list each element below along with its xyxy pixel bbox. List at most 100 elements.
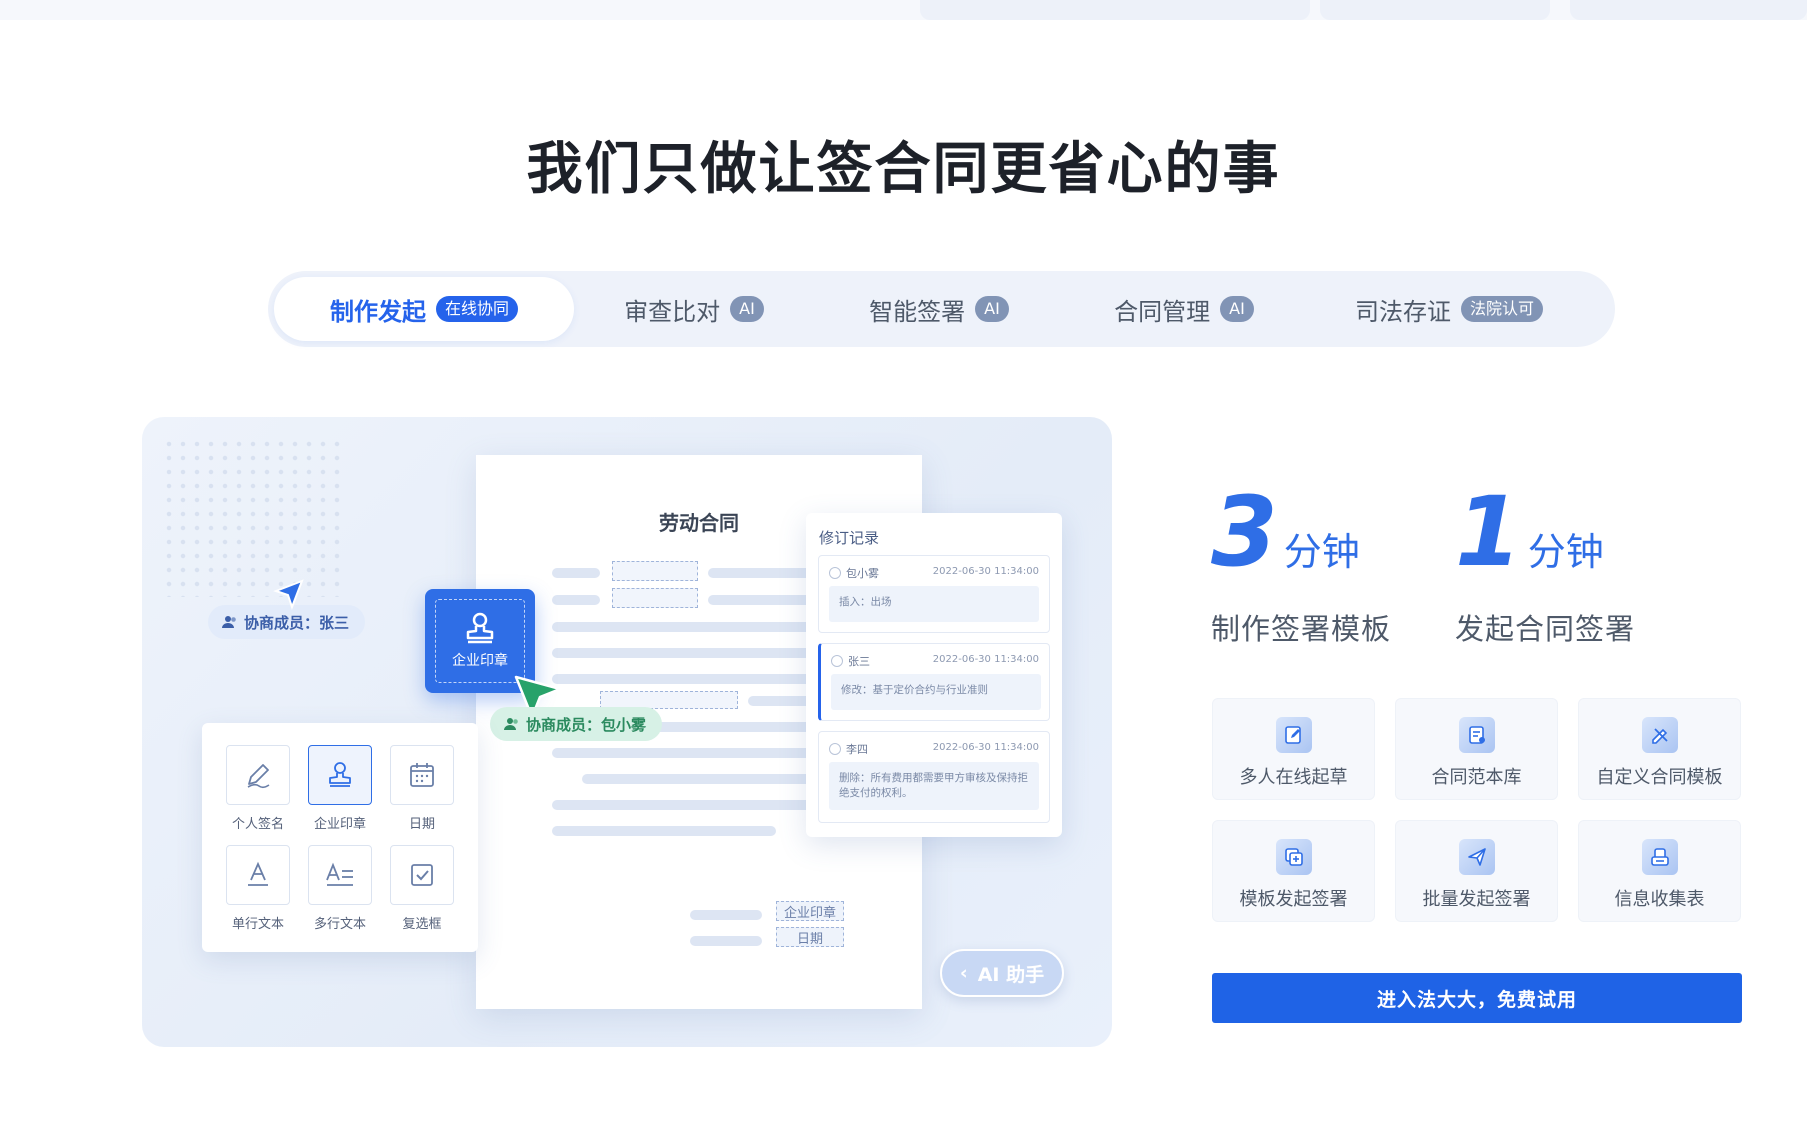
revision-record: 李四 2022-06-30 11:34:00 删除：所有费用都需要甲方审核及保持… (818, 731, 1050, 823)
text-line (552, 826, 776, 836)
tab-label: 合同管理 (1114, 297, 1211, 326)
tab-label: 智能签署 (869, 297, 966, 326)
tab-label: 司法存证 (1354, 297, 1451, 326)
tool-label: 单行文本 (231, 917, 284, 932)
tool-icon-box (308, 845, 372, 905)
revision-time: 2022-06-30 11:34:00 (932, 654, 1039, 665)
text-line (690, 910, 762, 920)
text-line (552, 648, 818, 658)
product-illustration: 劳动合同 企业印章 日期 修订记录 包小雾 2022-06-30 11:34:0… (142, 417, 1112, 1047)
template-send-icon (1275, 839, 1312, 875)
tab-contract-management[interactable]: 合同管理 AI (1064, 277, 1304, 341)
feature-info-collection[interactable]: 信息收集表 (1578, 820, 1741, 922)
tool-enterprise-seal[interactable]: 企业印章 (308, 745, 372, 832)
top-nav-strip (0, 0, 1807, 20)
user-avatar-icon (829, 743, 841, 755)
tab-judicial-evidence[interactable]: 司法存证 法院认可 (1304, 277, 1594, 341)
text-line (552, 800, 818, 810)
tool-personal-signature[interactable]: 个人签名 (226, 745, 290, 832)
stat-template-time: 3 分钟 制作签署模板 (1211, 478, 1471, 648)
collaborator-name: 协商成员：包小雾 (526, 715, 647, 734)
feature-label: 自定义合同模板 (1596, 767, 1723, 788)
users-icon (222, 616, 236, 628)
signature-toolbox: 个人签名 企业印章 日期 单行文本 多行文本 复选框 (202, 723, 478, 952)
field-placeholder (612, 588, 698, 608)
collaborator-badge-baoxiaowu: 协商成员：包小雾 (490, 707, 663, 741)
cursor-arrow-blue-icon (273, 579, 304, 610)
user-avatar-icon (829, 567, 841, 579)
tab-badge: 在线协同 (435, 296, 518, 322)
stat-unit: 分钟 (1527, 530, 1604, 574)
tool-label: 日期 (408, 817, 435, 832)
custom-template-icon (1641, 717, 1678, 753)
tool-label: 多行文本 (313, 917, 366, 932)
feature-multi-draft[interactable]: 多人在线起草 (1212, 698, 1375, 800)
tool-icon-box (226, 845, 290, 905)
stamp-icon (329, 762, 351, 787)
tab-label: 制作发起 (329, 297, 426, 326)
pen-icon (247, 764, 270, 789)
dot-pattern (162, 437, 342, 597)
revision-time: 2022-06-30 11:34:00 (932, 566, 1039, 577)
revision-user-name: 李四 (846, 743, 868, 756)
revision-user-name: 张三 (848, 655, 870, 668)
stamp-label: 企业印章 (452, 653, 508, 669)
tool-multi-line-text[interactable]: 多行文本 (308, 845, 372, 932)
feature-batch-send[interactable]: 批量发起签署 (1395, 820, 1558, 922)
revision-user-name: 包小雾 (846, 567, 879, 580)
batch-send-icon (1458, 839, 1495, 875)
feature-tabs: 制作发起 在线协同 审查比对 AI 智能签署 AI 合同管理 AI 司法存证 法… (268, 271, 1615, 347)
template-library-icon (1458, 717, 1495, 753)
free-trial-button[interactable]: 进入法大大，免费试用 (1212, 973, 1742, 1023)
text-line (708, 595, 818, 605)
feature-label: 批量发起签署 (1422, 889, 1531, 910)
text-line (690, 936, 762, 946)
field-placeholder (612, 561, 698, 581)
multi-line-text-icon (326, 862, 353, 886)
stat-number: 1 (1455, 476, 1522, 588)
tab-smart-sign[interactable]: 智能签署 AI (814, 277, 1064, 341)
single-line-text-icon (248, 861, 268, 886)
tool-icon-box (308, 745, 372, 805)
ai-assistant-button[interactable]: ‹ AI 助手 (940, 949, 1064, 997)
feature-template-send[interactable]: 模板发起签署 (1212, 820, 1375, 922)
tab-badge: 法院认可 (1460, 296, 1543, 322)
stat-description: 制作签署模板 (1211, 612, 1392, 646)
text-line (552, 595, 600, 605)
tab-review-compare[interactable]: 审查比对 AI (574, 277, 814, 341)
users-icon (504, 718, 518, 730)
revision-content: 修改：基于定价合约与行业准则 (831, 674, 1041, 710)
tool-label: 个人签名 (231, 817, 284, 832)
tool-checkbox[interactable]: 复选框 (390, 845, 454, 932)
revision-user: 李四 (829, 741, 868, 757)
tool-icon-box (390, 745, 454, 805)
text-line (708, 568, 818, 578)
chevron-left-icon: ‹ (959, 962, 968, 984)
revision-record: 包小雾 2022-06-30 11:34:00 插入：出场 (818, 555, 1050, 633)
feature-label: 信息收集表 (1614, 889, 1705, 910)
text-line (552, 622, 818, 632)
tool-single-line-text[interactable]: 单行文本 (226, 845, 290, 932)
stamp-icon (466, 612, 494, 644)
feature-label: 多人在线起草 (1239, 767, 1348, 788)
stamp-frame: 企业印章 (435, 599, 525, 683)
tab-label: 审查比对 (624, 297, 721, 326)
feature-template-library[interactable]: 合同范本库 (1395, 698, 1558, 800)
revision-time: 2022-06-30 11:34:00 (932, 742, 1039, 753)
revision-panel-title: 修订记录 (819, 529, 880, 547)
tool-date[interactable]: 日期 (390, 745, 454, 832)
user-avatar-icon (831, 655, 843, 667)
tab-create-send[interactable]: 制作发起 在线协同 (274, 277, 574, 341)
nav-segment (920, 0, 1310, 20)
tool-icon-box (226, 745, 290, 805)
feature-custom-template[interactable]: 自定义合同模板 (1578, 698, 1741, 800)
nav-segment (1320, 0, 1550, 20)
revision-content: 插入：出场 (829, 586, 1039, 622)
text-line (552, 568, 600, 578)
feature-label: 合同范本库 (1431, 767, 1522, 788)
stat-number: 3 (1211, 476, 1278, 588)
section-headline: 我们只做让签合同更省心的事 (526, 137, 1281, 202)
calendar-icon (410, 763, 434, 787)
seal-field: 企业印章 (776, 901, 844, 921)
tab-badge: AI (1220, 296, 1254, 322)
